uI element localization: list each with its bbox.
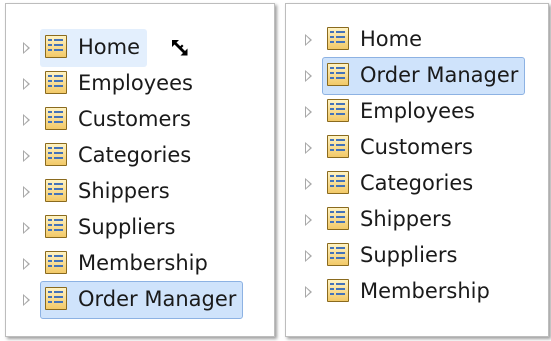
expand-arrow-icon[interactable] <box>305 250 312 262</box>
tree-node-label: Customers <box>360 135 473 159</box>
expand-arrow-icon[interactable] <box>23 222 30 234</box>
expand-arrow-icon[interactable] <box>305 214 312 226</box>
tree-node-label: Employees <box>78 71 193 95</box>
expand-arrow-icon[interactable] <box>305 70 312 82</box>
expand-arrow-icon[interactable] <box>23 150 30 162</box>
right-tree: Home Order Manager Employees Customers Categ… <box>286 4 548 336</box>
tree-node-label: Customers <box>78 107 191 131</box>
expand-arrow-icon[interactable] <box>305 286 312 298</box>
page-icon <box>327 135 349 158</box>
left-tree-panel: Home Employees Customers Categories Shippers… <box>5 3 275 337</box>
page-icon <box>45 215 67 238</box>
tree-node-label: Categories <box>360 171 474 195</box>
left-tree: Home Employees Customers Categories Shippers… <box>6 4 274 336</box>
expand-arrow-icon[interactable] <box>305 34 312 46</box>
page-icon <box>327 63 349 86</box>
tree-node-label: Membership <box>78 251 208 275</box>
tree-node-label: Home <box>78 35 141 59</box>
move-cursor-icon <box>172 40 188 56</box>
expand-arrow-icon[interactable] <box>23 78 30 90</box>
tree-node-label: Categories <box>78 143 192 167</box>
page-icon <box>45 179 67 202</box>
page-icon <box>45 71 67 94</box>
expand-arrow-icon[interactable] <box>23 42 30 54</box>
page-icon <box>327 27 349 50</box>
tree-node-label: Order Manager <box>78 287 237 311</box>
tree-node-label: Shippers <box>78 179 170 203</box>
page-icon <box>327 279 349 302</box>
page-icon <box>45 143 67 166</box>
tree-node-label: Suppliers <box>360 243 458 267</box>
expand-arrow-icon[interactable] <box>23 114 30 126</box>
page-icon <box>45 251 67 274</box>
page-icon <box>327 99 349 122</box>
tree-node-label: Suppliers <box>78 215 176 239</box>
expand-arrow-icon[interactable] <box>23 186 30 198</box>
expand-arrow-icon[interactable] <box>305 142 312 154</box>
expand-arrow-icon[interactable] <box>23 258 30 270</box>
expand-arrow-icon[interactable] <box>23 294 30 306</box>
tree-node-label: Order Manager <box>360 63 519 87</box>
tree-node-label: Employees <box>360 99 475 123</box>
right-tree-panel: Home Order Manager Employees Customers Categ… <box>285 3 549 337</box>
page-icon <box>45 35 67 58</box>
expand-arrow-icon[interactable] <box>305 178 312 190</box>
page-icon <box>327 243 349 266</box>
expand-arrow-icon[interactable] <box>305 106 312 118</box>
page-icon <box>327 171 349 194</box>
page-icon <box>327 207 349 230</box>
page-icon <box>45 107 67 130</box>
page-icon <box>45 287 67 310</box>
tree-node-label: Shippers <box>360 207 452 231</box>
tree-node-label: Membership <box>360 279 490 303</box>
tree-node-label: Home <box>360 27 423 51</box>
